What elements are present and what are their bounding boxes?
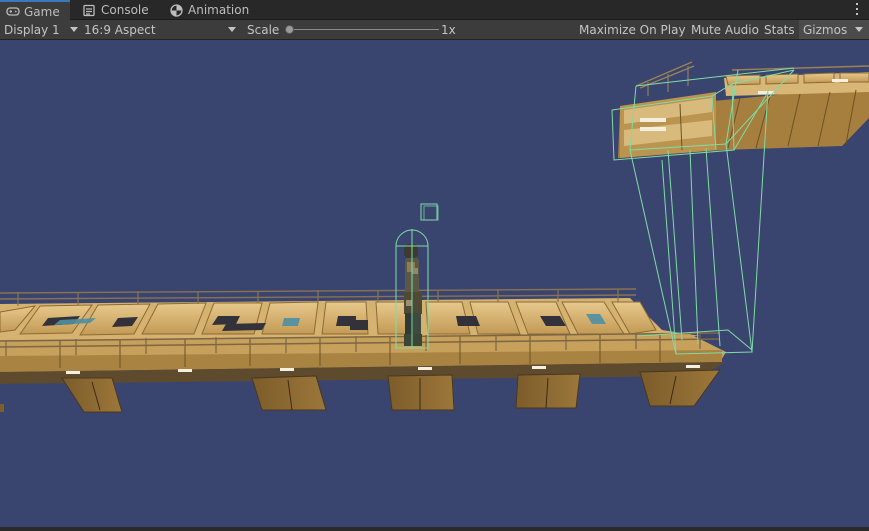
more-options-icon[interactable] [853, 2, 861, 16]
display-dropdown[interactable]: Display 1 [4, 20, 78, 39]
animation-icon [170, 3, 183, 17]
gamepad-icon [6, 5, 20, 18]
bottom-border [0, 527, 869, 531]
tab-console-label: Console [101, 3, 149, 17]
editor-tab-bar: Game Console Animation [0, 0, 869, 21]
gizmos-dropdown[interactable] [855, 20, 863, 39]
scale-value: 1x [441, 22, 456, 37]
display-value: Display 1 [4, 22, 60, 37]
aspect-dropdown[interactable]: 16:9 Aspect [84, 20, 236, 39]
aspect-value: 16:9 Aspect [84, 22, 156, 37]
chevron-down-icon [69, 27, 78, 32]
scale-slider-track[interactable] [289, 29, 439, 30]
scale-label: Scale [247, 22, 280, 37]
stats-toggle[interactable]: Stats [764, 20, 795, 39]
scale-slider-handle[interactable] [285, 25, 294, 34]
tab-animation[interactable]: Animation [164, 0, 255, 20]
game-viewport[interactable] [0, 40, 869, 527]
chevron-down-icon [228, 27, 236, 32]
tab-console[interactable]: Console [77, 0, 155, 20]
game-view-toolbar: Display 1 16:9 Aspect Scale 1x Maximize … [0, 20, 869, 40]
mute-audio-toggle[interactable]: Mute Audio [691, 20, 759, 39]
tab-game-label: Game [24, 4, 60, 19]
chevron-down-icon [855, 27, 863, 32]
lower-bridge [0, 288, 726, 413]
tab-game[interactable]: Game [0, 0, 70, 21]
console-icon [83, 4, 96, 17]
game-scene [0, 61, 869, 413]
upper-platform [618, 61, 869, 158]
player-character [404, 244, 422, 346]
gizmos-toggle[interactable]: Gizmos [803, 20, 847, 39]
maximize-on-play-toggle[interactable]: Maximize On Play [579, 20, 686, 39]
tab-animation-label: Animation [188, 3, 250, 17]
